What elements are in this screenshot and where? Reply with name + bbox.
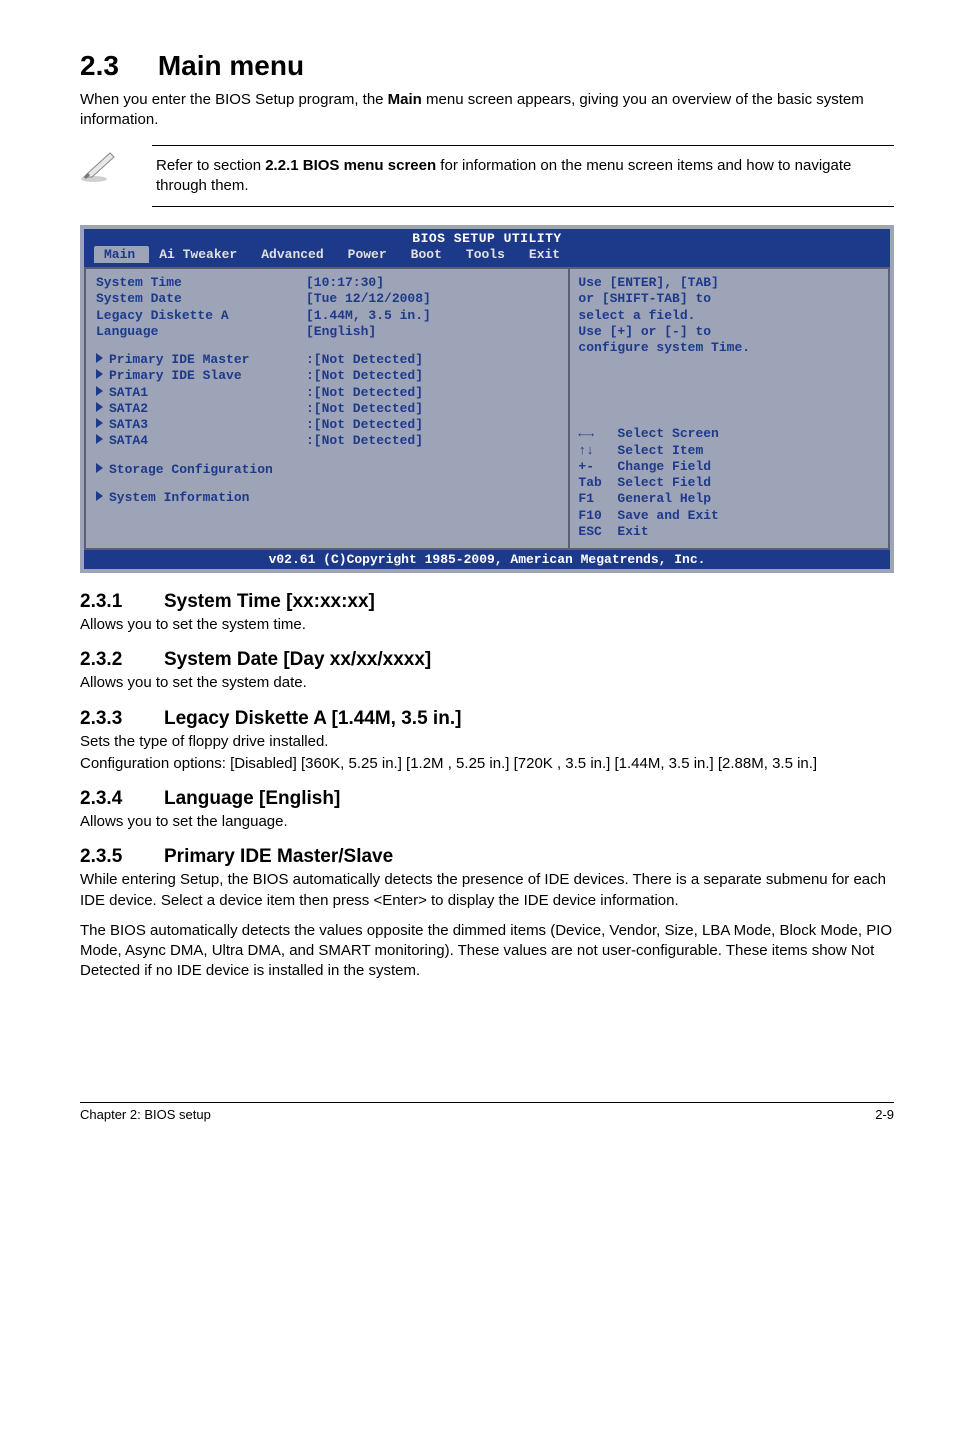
- pencil-icon: [80, 145, 128, 183]
- bios-tab-advanced[interactable]: Advanced: [251, 246, 337, 263]
- footer-right: 2-9: [875, 1107, 894, 1122]
- bios-help-pane: Use [ENTER], [TAB] or [SHIFT-TAB] to sel…: [568, 267, 890, 550]
- bios-tab-power[interactable]: Power: [338, 246, 401, 263]
- body-2-3-3b: Configuration options: [Disabled] [360K,…: [80, 754, 894, 774]
- triangle-icon: [96, 463, 103, 473]
- bios-item-system-information[interactable]: System Information: [96, 490, 560, 506]
- bios-item-sata2[interactable]: SATA2 :[Not Detected]: [96, 401, 560, 417]
- bios-item-sata4[interactable]: SATA4 :[Not Detected]: [96, 433, 560, 449]
- triangle-icon: [96, 386, 103, 396]
- note-block: Refer to section 2.2.1 BIOS menu screen …: [80, 145, 894, 208]
- bios-tab-boot[interactable]: Boot: [401, 246, 456, 263]
- section-number: 2.3: [80, 50, 119, 81]
- triangle-icon: [96, 402, 103, 412]
- section-title-text: Main menu: [158, 50, 304, 81]
- bios-main-pane: System Time [10:17:30] System Date [Tue …: [84, 267, 568, 550]
- intro-paragraph: When you enter the BIOS Setup program, t…: [80, 90, 894, 131]
- bios-item-system-time[interactable]: System Time [10:17:30]: [96, 275, 560, 291]
- bios-item-sata3[interactable]: SATA3 :[Not Detected]: [96, 417, 560, 433]
- bios-tab-main[interactable]: Main: [94, 246, 149, 263]
- triangle-icon: [96, 353, 103, 363]
- subheading-2-3-2: 2.3.2System Date [Day xx/xx/xxxx]: [80, 649, 894, 671]
- bios-tab-tools[interactable]: Tools: [456, 246, 519, 263]
- triangle-icon: [96, 434, 103, 444]
- bios-tab-bar: Main Ai Tweaker Advanced Power Boot Tool…: [84, 246, 890, 267]
- section-heading: 2.3 Main menu: [80, 50, 894, 82]
- subheading-2-3-4: 2.3.4Language [English]: [80, 788, 894, 810]
- body-2-3-1: Allows you to set the system time.: [80, 615, 894, 635]
- bios-tab-exit[interactable]: Exit: [519, 246, 574, 263]
- bios-item-primary-ide-master[interactable]: Primary IDE Master :[Not Detected]: [96, 352, 560, 368]
- footer-left: Chapter 2: BIOS setup: [80, 1107, 211, 1122]
- triangle-icon: [96, 418, 103, 428]
- bios-tab-ai-tweaker[interactable]: Ai Tweaker: [149, 246, 251, 263]
- bios-panel: BIOS SETUP UTILITY Main Ai Tweaker Advan…: [80, 225, 894, 573]
- note-text: Refer to section 2.2.1 BIOS menu screen …: [152, 145, 894, 208]
- bios-title: BIOS SETUP UTILITY: [84, 229, 890, 246]
- bios-item-sata1[interactable]: SATA1 :[Not Detected]: [96, 385, 560, 401]
- body-2-3-4: Allows you to set the language.: [80, 812, 894, 832]
- bios-item-primary-ide-slave[interactable]: Primary IDE Slave :[Not Detected]: [96, 368, 560, 384]
- page-footer: Chapter 2: BIOS setup 2-9: [80, 1102, 894, 1122]
- bios-item-system-date[interactable]: System Date [Tue 12/12/2008]: [96, 291, 560, 307]
- bios-item-legacy-diskette[interactable]: Legacy Diskette A [1.44M, 3.5 in.]: [96, 308, 560, 324]
- body-2-3-5b: The BIOS automatically detects the value…: [80, 921, 894, 982]
- subheading-2-3-5: 2.3.5Primary IDE Master/Slave: [80, 846, 894, 868]
- body-2-3-3a: Sets the type of floppy drive installed.: [80, 732, 894, 752]
- body-2-3-2: Allows you to set the system date.: [80, 673, 894, 693]
- subheading-2-3-3: 2.3.3Legacy Diskette A [1.44M, 3.5 in.]: [80, 708, 894, 730]
- bios-footer: v02.61 (C)Copyright 1985-2009, American …: [84, 550, 890, 569]
- body-2-3-5a: While entering Setup, the BIOS automatic…: [80, 870, 894, 911]
- triangle-icon: [96, 491, 103, 501]
- triangle-icon: [96, 369, 103, 379]
- bios-item-storage-configuration[interactable]: Storage Configuration: [96, 462, 560, 478]
- bios-item-language[interactable]: Language [English]: [96, 324, 560, 340]
- subheading-2-3-1: 2.3.1System Time [xx:xx:xx]: [80, 591, 894, 613]
